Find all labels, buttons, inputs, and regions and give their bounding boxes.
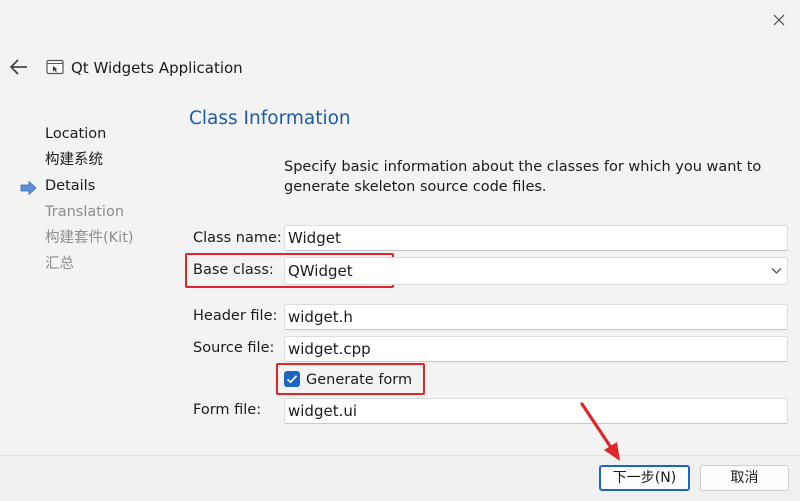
class-name-input[interactable] [284, 225, 788, 251]
generate-form-checkbox[interactable] [284, 371, 300, 387]
source-file-input[interactable] [284, 336, 788, 362]
application-window-icon [46, 59, 64, 75]
current-step-arrow-icon [20, 180, 38, 196]
step-translation: Translation [45, 204, 125, 220]
source-file-label: Source file: [193, 340, 275, 356]
base-class-dropdown[interactable]: QWidget [284, 257, 788, 285]
step-location[interactable]: Location [45, 124, 106, 144]
form-file-label: Form file: [193, 402, 262, 418]
close-icon [773, 14, 785, 26]
chevron-down-icon [771, 268, 782, 274]
back-button[interactable] [8, 57, 30, 77]
header-file-input[interactable] [284, 304, 788, 330]
header-file-label: Header file: [193, 308, 278, 324]
step-kits: 构建套件(Kit) [45, 230, 134, 246]
new-project-wizard: Qt Widgets Application Location 构建系统 Det… [0, 0, 800, 501]
wizard-title: Qt Widgets Application [71, 59, 243, 77]
back-arrow-icon [9, 59, 27, 75]
base-class-label: Base class: [193, 262, 274, 278]
page-title: Class Information [189, 108, 351, 129]
form-file-input[interactable] [284, 398, 788, 424]
page-description: Specify basic information about the clas… [284, 159, 762, 195]
base-class-value: QWidget [288, 262, 353, 280]
step-details[interactable]: Details [45, 176, 95, 196]
class-name-label: Class name: [193, 230, 282, 246]
close-button[interactable] [767, 8, 791, 32]
checkmark-icon [286, 375, 298, 384]
cancel-button[interactable]: 取消 [700, 465, 789, 491]
next-button[interactable]: 下一步(N) [599, 465, 690, 491]
step-build-system[interactable]: 构建系统 [45, 150, 103, 170]
generate-form-label[interactable]: Generate form [306, 370, 412, 390]
step-summary: 汇总 [45, 256, 74, 272]
